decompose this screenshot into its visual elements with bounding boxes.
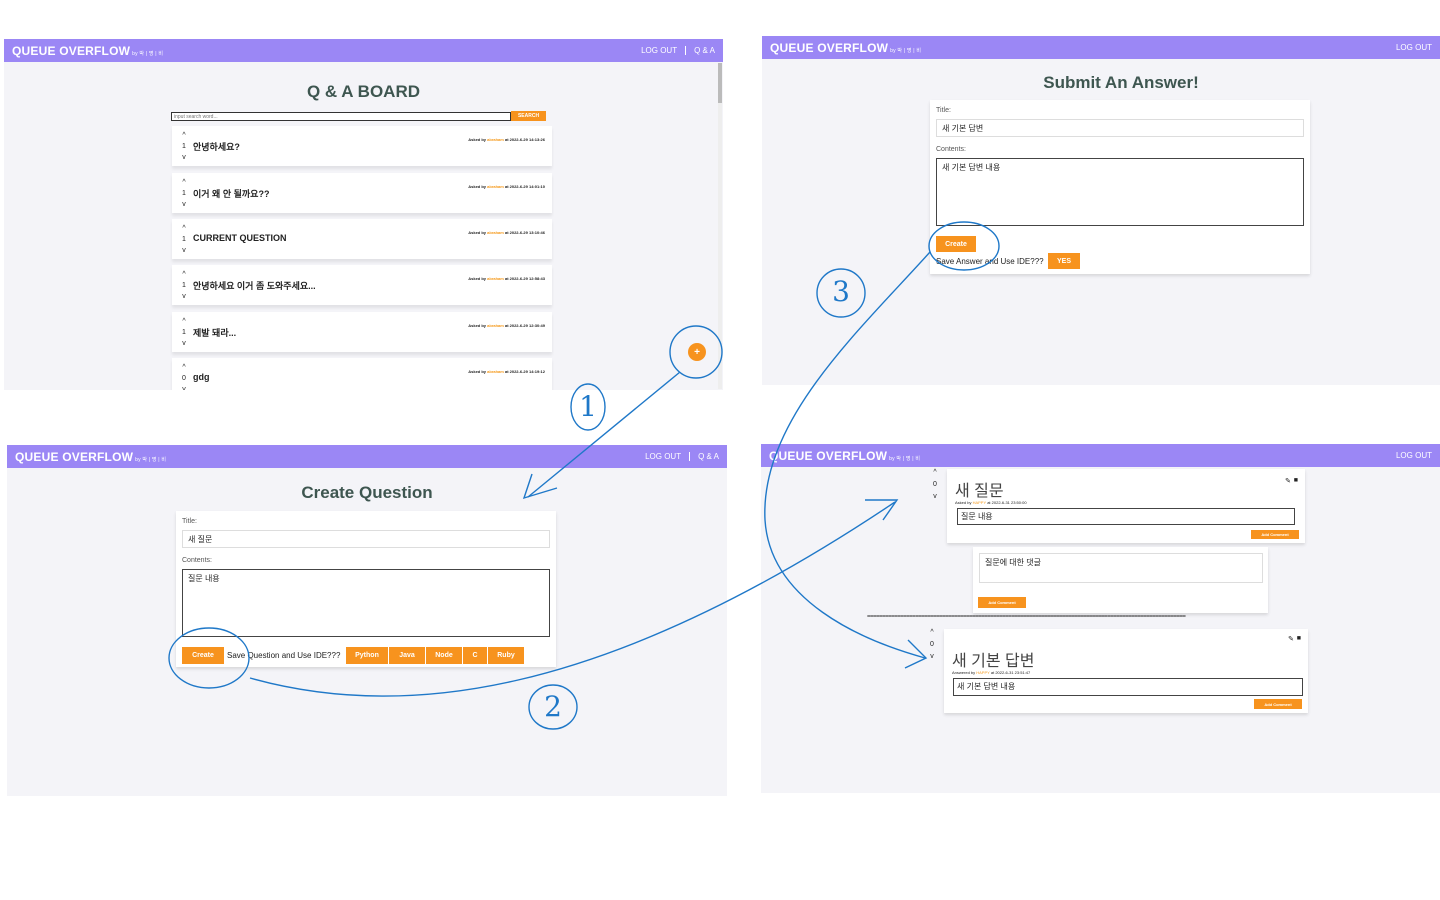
qa-link[interactable]: Q & A xyxy=(694,46,715,55)
brand-logo[interactable]: QUEUE OVERFLOW by 박 | 명 | 비 xyxy=(15,450,166,464)
edit-icon[interactable]: ✎ xyxy=(1288,635,1294,643)
answer-body: 새 기본 답변 내용 xyxy=(953,678,1303,696)
nav-links: LOG OUT Q & A xyxy=(641,46,715,55)
create-button[interactable]: Create xyxy=(182,647,224,664)
nav-links: LOG OUT xyxy=(1396,43,1432,52)
vote-control[interactable]: ^ 1 v xyxy=(180,316,188,349)
question-meta: Asked by abraham at 2022-6-29 14:13:26 xyxy=(468,137,545,142)
vote-control[interactable]: ^ 1 v xyxy=(180,177,188,210)
delete-icon[interactable]: ■ xyxy=(1294,477,1298,484)
title-label: Title: xyxy=(936,107,951,114)
add-comment-button[interactable]: Add Comment xyxy=(1254,699,1302,709)
qa-link[interactable]: Q & A xyxy=(698,452,719,461)
brand-logo[interactable]: QUEUE OVERFLOW by 박 | 명 | 비 xyxy=(770,41,921,55)
title-input[interactable]: 새 기본 답변 xyxy=(936,119,1304,137)
search-input[interactable] xyxy=(171,112,511,121)
comment-card: 질문에 대한 댓글 Add Comment xyxy=(973,547,1268,613)
question-title[interactable]: 제발 돼라... xyxy=(193,326,236,339)
question-card: 새 질문 ✎ ■ Asked by HAPPY at 2022-6-31 23:… xyxy=(947,469,1305,543)
c-button[interactable]: C xyxy=(463,647,487,664)
page-title: Create Question xyxy=(301,483,433,502)
nav-links: LOG OUT xyxy=(1396,451,1432,460)
question-item[interactable]: ^ 1 v 안녕하세요? Asked by abraham at 2022-6-29… xyxy=(172,126,552,166)
question-title[interactable]: gdg xyxy=(193,372,210,382)
delete-icon[interactable]: ■ xyxy=(1297,635,1301,642)
nav-divider xyxy=(689,452,691,461)
save-ide-text: Save Question and Use IDE??? xyxy=(227,651,341,660)
navbar: QUEUE OVERFLOW by 박 | 명 | 비 LOG OUT xyxy=(761,444,1440,467)
logout-link[interactable]: LOG OUT xyxy=(1396,451,1432,460)
question-title[interactable]: 안녕하세요 이거 좀 도와주세요... xyxy=(193,279,316,292)
question-item[interactable]: ^ 1 v 이거 왜 안 될까요?? Asked by abraham at 202… xyxy=(172,173,552,213)
page-title: Submit An Answer! xyxy=(1043,73,1199,92)
brand-logo[interactable]: QUEUE OVERFLOW by 박 | 명 | 비 xyxy=(12,44,163,58)
submit-answer-screen: QUEUE OVERFLOW by 박 | 명 | 비 LOG OUT Submi… xyxy=(762,36,1440,385)
contents-textarea[interactable]: 질문 내용 xyxy=(182,569,550,637)
python-button[interactable]: Python xyxy=(346,647,388,664)
question-title[interactable]: 안녕하세요? xyxy=(193,140,240,153)
answer-vote-control[interactable]: ^ 0 v xyxy=(928,627,936,663)
question-item[interactable]: ^ 1 v 안녕하세요 이거 좀 도와주세요... Asked by abraham… xyxy=(172,265,552,305)
brand-logo[interactable]: QUEUE OVERFLOW by 박 | 명 | 비 xyxy=(769,449,920,463)
logout-link[interactable]: LOG OUT xyxy=(645,452,681,461)
section-divider: ========================================… xyxy=(867,614,1186,620)
create-button[interactable]: Create xyxy=(936,236,976,252)
java-button[interactable]: Java xyxy=(389,647,425,664)
step-number-3: 3 xyxy=(832,275,850,308)
ruby-button[interactable]: Ruby xyxy=(488,647,524,664)
question-meta: Asked by abraham at 2022-6-29 13:10:46 xyxy=(468,230,545,235)
edit-icon[interactable]: ✎ xyxy=(1285,477,1291,485)
question-item[interactable]: ^ 1 v CURRENT QUESTION Asked by abraham at… xyxy=(172,219,552,259)
question-title[interactable]: CURRENT QUESTION xyxy=(193,233,287,243)
answer-meta: Answered by HAPPY at 2022-6-31 23:51:47 xyxy=(952,670,1031,675)
question-vote-control[interactable]: ^ 0 v xyxy=(931,467,939,503)
add-comment-button[interactable]: Add Comment xyxy=(1251,530,1299,539)
comment-text: 질문에 대한 댓글 xyxy=(979,553,1263,583)
scrollbar[interactable] xyxy=(718,63,722,389)
node-button[interactable]: Node xyxy=(426,647,462,664)
question-body: 질문 내용 xyxy=(957,508,1295,525)
title-label: Title: xyxy=(182,518,197,525)
save-ide-text: Save Answer and Use IDE??? xyxy=(936,257,1044,266)
question-item[interactable]: ^ 1 v 제발 돼라... Asked by abraham at 2022-6-… xyxy=(172,312,552,352)
vote-control[interactable]: ^ 1 v xyxy=(180,223,188,256)
logout-link[interactable]: LOG OUT xyxy=(641,46,677,55)
add-question-button[interactable]: + xyxy=(688,343,706,361)
contents-label: Contents: xyxy=(182,557,212,564)
answer-card: 새 기본 답변 ✎ ■ Answered by HAPPY at 2022-6-… xyxy=(944,629,1308,713)
navbar: QUEUE OVERFLOW by 박 | 명 | 비 LOG OUT Q & A xyxy=(7,445,727,468)
contents-textarea[interactable]: 새 기본 답변 내용 xyxy=(936,158,1304,226)
scrollbar-thumb[interactable] xyxy=(718,63,722,103)
question-title: 새 질문 xyxy=(955,483,1004,500)
question-meta: Asked by HAPPY at 2022-6-31 23:50:00 xyxy=(955,500,1027,505)
add-comment-button[interactable]: Add Comment xyxy=(978,597,1026,608)
logout-link[interactable]: LOG OUT xyxy=(1396,43,1432,52)
title-input[interactable]: 새 질문 xyxy=(182,530,550,548)
answer-title: 새 기본 답변 xyxy=(952,653,1035,670)
question-meta: Asked by abraham at 2022-6-29 12:58:43 xyxy=(468,276,545,281)
create-question-screen: QUEUE OVERFLOW by 박 | 명 | 비 LOG OUT Q & A… xyxy=(7,445,727,796)
navbar: QUEUE OVERFLOW by 박 | 명 | 비 LOG OUT Q & A xyxy=(4,39,723,62)
question-meta: Asked by abraham at 2022-6-29 14:19:12 xyxy=(468,369,545,374)
contents-label: Contents: xyxy=(936,146,966,153)
vote-control[interactable]: ^ 1 v xyxy=(180,269,188,302)
step-number-2: 2 xyxy=(544,690,562,723)
question-meta: Asked by abraham at 2022-6-29 12:30:49 xyxy=(468,323,545,328)
page-title: Q & A BOARD xyxy=(306,82,420,101)
answer-form: Title: 새 기본 답변 Contents: 새 기본 답변 내용 Crea… xyxy=(930,100,1310,274)
search-button[interactable]: SEARCH xyxy=(511,111,546,121)
nav-links: LOG OUT Q & A xyxy=(645,452,719,461)
question-item[interactable]: ^ 0 v gdg Asked by abraham at 2022-6-29 14… xyxy=(172,358,552,390)
question-title[interactable]: 이거 왜 안 될까요?? xyxy=(193,187,269,200)
question-meta: Asked by abraham at 2022-6-29 14:01:10 xyxy=(468,184,545,189)
navbar: QUEUE OVERFLOW by 박 | 명 | 비 LOG OUT xyxy=(762,36,1440,59)
step-number-1: 1 xyxy=(579,390,597,423)
yes-button[interactable]: YES xyxy=(1048,253,1080,269)
nav-divider xyxy=(685,46,687,55)
question-form: Title: 새 질문 Contents: 질문 내용 Create Save … xyxy=(176,511,556,667)
vote-control[interactable]: ^ 0 v xyxy=(180,362,188,390)
qa-board-screen: QUEUE OVERFLOW by 박 | 명 | 비 LOG OUT Q & A… xyxy=(4,39,723,390)
vote-control[interactable]: ^ 1 v xyxy=(180,130,188,163)
question-detail-screen: QUEUE OVERFLOW by 박 | 명 | 비 LOG OUT ^ 0 v 새… xyxy=(761,444,1440,793)
